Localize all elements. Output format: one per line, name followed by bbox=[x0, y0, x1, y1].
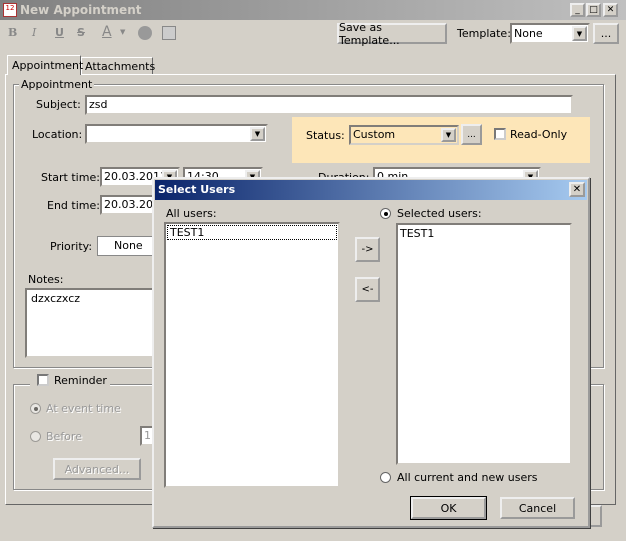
location-label: Location: bbox=[32, 128, 83, 141]
tab-attachments[interactable]: Attachments bbox=[81, 57, 155, 74]
save-as-template-button[interactable]: Save as Template... bbox=[337, 21, 447, 47]
selected-users-list[interactable]: TEST1 bbox=[396, 223, 572, 465]
status-more-button[interactable]: ... bbox=[461, 124, 482, 145]
tab-appointment[interactable]: Appointment bbox=[7, 55, 83, 75]
template-label: Template: bbox=[457, 27, 511, 40]
location-select[interactable]: ▼ bbox=[85, 124, 268, 144]
globe-icon[interactable] bbox=[138, 26, 152, 40]
select-users-dialog: Select Users ✕ All users: TEST1 -> <- Se… bbox=[152, 177, 590, 528]
priority-label: Priority: bbox=[50, 240, 93, 253]
selected-users-label: Selected users: bbox=[397, 207, 482, 220]
at-event-time-radio[interactable] bbox=[30, 403, 41, 414]
subject-label: Subject: bbox=[36, 98, 81, 111]
maximize-button[interactable]: □ bbox=[586, 3, 601, 17]
before-radio[interactable] bbox=[30, 431, 41, 442]
chevron-down-icon: ▼ bbox=[120, 28, 126, 36]
remove-user-button[interactable]: <- bbox=[355, 277, 380, 302]
calendar-toolbar-icon[interactable] bbox=[162, 26, 176, 40]
subject-input[interactable]: zsd bbox=[85, 95, 573, 115]
before-label: Before bbox=[46, 430, 82, 443]
status-label: Status: bbox=[306, 129, 345, 142]
status-select[interactable]: Custom ▼ bbox=[349, 125, 459, 145]
ok-button[interactable]: OK bbox=[410, 496, 487, 520]
add-user-button[interactable]: -> bbox=[355, 237, 380, 262]
all-current-users-radio[interactable] bbox=[380, 472, 391, 483]
notes-label: Notes: bbox=[28, 273, 64, 286]
advanced-button[interactable]: Advanced... bbox=[53, 458, 141, 480]
dialog-titlebar: Select Users ✕ bbox=[155, 180, 587, 200]
template-more-button[interactable]: ... bbox=[593, 23, 619, 44]
appointment-group-title: Appointment bbox=[19, 78, 95, 91]
chevron-down-icon[interactable]: ▼ bbox=[572, 26, 587, 41]
bold-button[interactable]: B bbox=[8, 26, 17, 39]
window-titlebar: 12 New Appointment _ □ ✕ bbox=[0, 0, 626, 20]
all-current-users-label: All current and new users bbox=[397, 471, 538, 484]
font-color-button[interactable]: A bbox=[102, 24, 112, 40]
close-button[interactable]: ✕ bbox=[603, 3, 618, 17]
toolbar: B I U S A ▼ Save as Template... Template… bbox=[0, 21, 626, 47]
list-item[interactable]: TEST1 bbox=[167, 225, 337, 240]
list-item[interactable]: TEST1 bbox=[400, 227, 568, 240]
dialog-title: Select Users bbox=[158, 183, 236, 196]
underline-button[interactable]: U bbox=[55, 26, 64, 39]
end-time-label: End time: bbox=[47, 199, 100, 212]
selected-users-radio[interactable] bbox=[380, 208, 391, 219]
all-users-label: All users: bbox=[166, 207, 217, 220]
strikethrough-button[interactable]: S bbox=[77, 26, 85, 39]
at-event-time-label: At event time bbox=[46, 402, 121, 415]
reminder-checkbox[interactable] bbox=[37, 374, 49, 386]
dialog-close-button[interactable]: ✕ bbox=[569, 182, 585, 197]
all-users-list[interactable]: TEST1 bbox=[164, 222, 340, 488]
chevron-down-icon[interactable]: ▼ bbox=[441, 128, 456, 142]
reminder-label: Reminder bbox=[54, 374, 107, 387]
start-time-label: Start time: bbox=[41, 171, 100, 184]
calendar-icon: 12 bbox=[3, 3, 17, 17]
chevron-down-icon[interactable]: ▼ bbox=[250, 127, 265, 141]
template-select[interactable]: None ▼ bbox=[510, 23, 590, 44]
window-title: New Appointment bbox=[20, 3, 142, 17]
italic-button[interactable]: I bbox=[32, 26, 36, 39]
cancel-button[interactable]: Cancel bbox=[500, 497, 575, 519]
minimize-button[interactable]: _ bbox=[570, 3, 585, 17]
readonly-label: Read-Only bbox=[510, 128, 568, 141]
readonly-checkbox[interactable] bbox=[494, 128, 506, 140]
